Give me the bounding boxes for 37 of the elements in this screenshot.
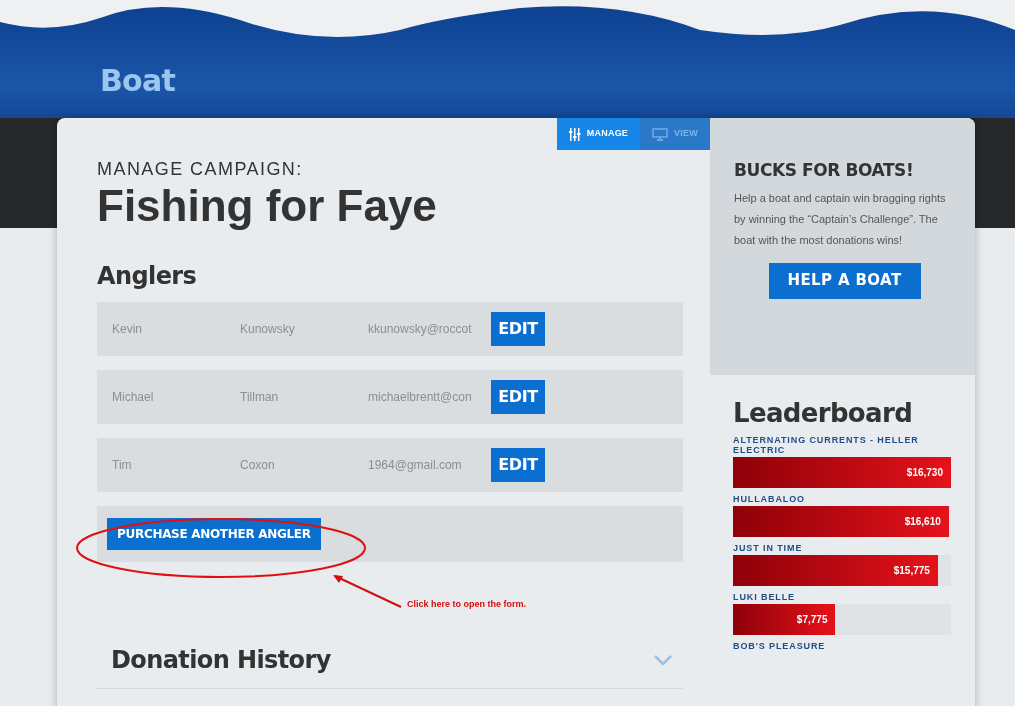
- monitor-icon: [652, 127, 669, 141]
- donation-amount: $7,775: [796, 613, 828, 627]
- section-heading: Donation History: [111, 645, 331, 676]
- last-name: Coxon: [240, 457, 276, 474]
- edit-button[interactable]: EDIT: [491, 312, 545, 346]
- section-heading: Anglers: [97, 261, 198, 292]
- boat-name: BOB'S PLEASURE: [733, 641, 827, 651]
- last-name: Kunowsky: [240, 321, 296, 338]
- donation-amount: $15,775: [893, 564, 930, 578]
- purchase-angler-button[interactable]: PURCHASE ANOTHER ANGLER: [107, 518, 321, 550]
- donation-amount: $16,610: [904, 515, 941, 529]
- email: kkunowsky@roccot: [368, 321, 473, 338]
- donation-amount: $16,730: [906, 466, 943, 480]
- promo-title: BUCKS FOR BOATS!: [734, 159, 915, 182]
- first-name: Kevin: [112, 321, 144, 338]
- boat-name: LUKI BELLE: [733, 592, 796, 602]
- boat-name: HULLABALOO: [733, 494, 806, 504]
- first-name: Tim: [112, 457, 133, 474]
- edit-button[interactable]: EDIT: [491, 448, 545, 482]
- section-eyebrow: MANAGE CAMPAIGN:: [97, 158, 304, 180]
- donation-history-header[interactable]: Donation History: [97, 642, 683, 689]
- view-tab[interactable]: MANAGE: [556, 118, 641, 150]
- sliders-icon: [568, 127, 581, 141]
- annotation-arrow: [331, 573, 403, 609]
- edit-button[interactable]: EDIT: [491, 380, 545, 414]
- email: michaelbrentt@con: [368, 389, 473, 406]
- help-boat-button[interactable]: HELP A BOAT: [768, 262, 921, 299]
- annotation-text: Click here to open the form.: [407, 599, 527, 609]
- boat-name: ALTERNATING CURRENTS - HELLER ELECTRIC: [733, 435, 920, 455]
- leaderboard-heading: Leaderboard: [733, 397, 914, 429]
- boat-name: JUST IN TIME: [733, 543, 804, 553]
- email: 1964@gmail.com: [368, 457, 463, 474]
- last-name: Tillman: [240, 389, 280, 406]
- campaign-title: Fishing for Faye: [97, 180, 438, 232]
- first-name: Michael: [112, 389, 155, 406]
- page-title: Boat: [100, 63, 176, 98]
- promo-text: Help a boat and captain win bragging rights by winning the “Captain’s Challenge”. The boat with the most donations wins!: [734, 190, 947, 248]
